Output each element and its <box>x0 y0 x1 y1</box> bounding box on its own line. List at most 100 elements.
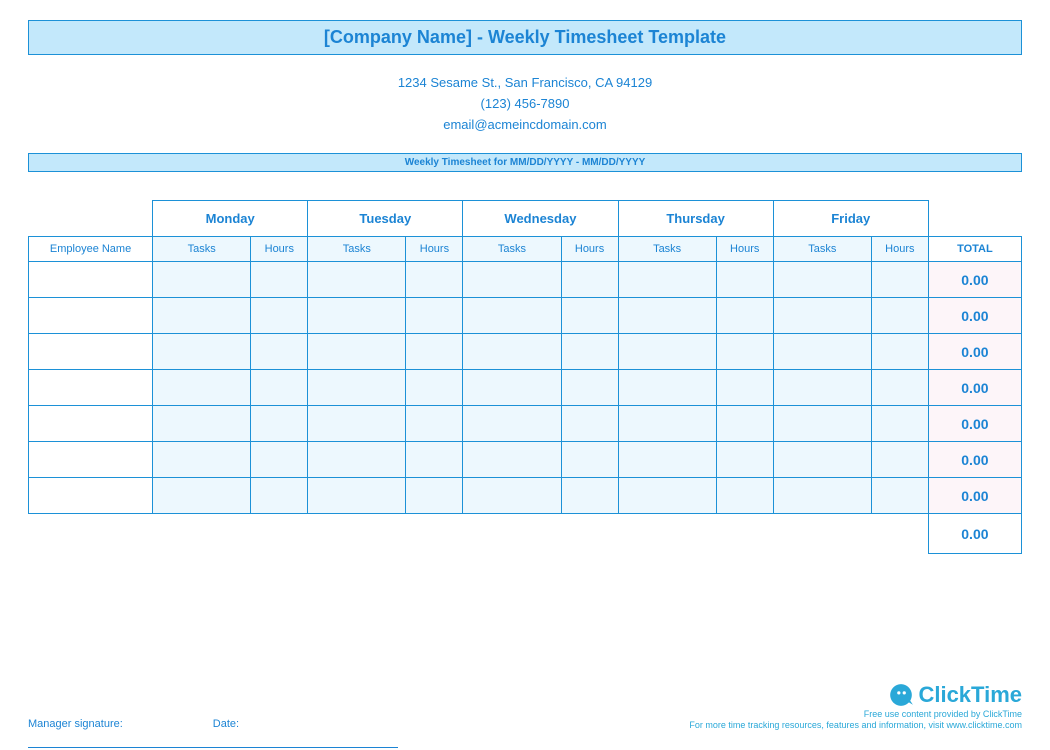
employee-cell[interactable] <box>29 478 153 514</box>
signature-label: Manager signature: <box>28 718 123 730</box>
hours-cell[interactable] <box>561 262 618 298</box>
col-hours: Hours <box>561 237 618 262</box>
tasks-cell[interactable] <box>308 298 406 334</box>
tasks-cell[interactable] <box>308 262 406 298</box>
tasks-cell[interactable] <box>463 406 561 442</box>
row-total: 0.00 <box>928 298 1021 334</box>
tasks-cell[interactable] <box>618 334 716 370</box>
hours-cell[interactable] <box>251 370 308 406</box>
hours-cell[interactable] <box>251 298 308 334</box>
hours-cell[interactable] <box>406 298 463 334</box>
tasks-cell[interactable] <box>463 262 561 298</box>
tasks-cell[interactable] <box>153 298 251 334</box>
hours-cell[interactable] <box>251 478 308 514</box>
tasks-cell[interactable] <box>153 262 251 298</box>
hours-cell[interactable] <box>871 406 928 442</box>
tasks-cell[interactable] <box>153 442 251 478</box>
hours-cell[interactable] <box>561 334 618 370</box>
hours-cell[interactable] <box>871 370 928 406</box>
row-total: 0.00 <box>928 406 1021 442</box>
employee-cell[interactable] <box>29 406 153 442</box>
hours-cell[interactable] <box>406 334 463 370</box>
hours-cell[interactable] <box>561 370 618 406</box>
tasks-cell[interactable] <box>308 334 406 370</box>
employee-cell[interactable] <box>29 370 153 406</box>
hours-cell[interactable] <box>871 262 928 298</box>
hours-cell[interactable] <box>406 406 463 442</box>
tasks-cell[interactable] <box>773 262 871 298</box>
tasks-cell[interactable] <box>308 406 406 442</box>
hours-cell[interactable] <box>716 478 773 514</box>
hours-cell[interactable] <box>251 406 308 442</box>
employee-cell[interactable] <box>29 334 153 370</box>
hours-cell[interactable] <box>871 478 928 514</box>
brand-tagline-1: Free use content provided by ClickTime <box>689 709 1022 719</box>
tasks-cell[interactable] <box>308 478 406 514</box>
row-total: 0.00 <box>928 334 1021 370</box>
tasks-cell[interactable] <box>618 442 716 478</box>
hours-cell[interactable] <box>406 262 463 298</box>
tasks-cell[interactable] <box>618 262 716 298</box>
tasks-cell[interactable] <box>618 478 716 514</box>
tasks-cell[interactable] <box>153 478 251 514</box>
hours-cell[interactable] <box>871 334 928 370</box>
tasks-cell[interactable] <box>153 334 251 370</box>
brand-block: ClickTime Free use content provided by C… <box>689 682 1022 730</box>
col-hours: Hours <box>871 237 928 262</box>
tasks-cell[interactable] <box>618 370 716 406</box>
tasks-cell[interactable] <box>463 298 561 334</box>
hours-cell[interactable] <box>561 406 618 442</box>
employee-cell[interactable] <box>29 442 153 478</box>
tasks-cell[interactable] <box>463 442 561 478</box>
col-tasks: Tasks <box>773 237 871 262</box>
row-total: 0.00 <box>928 442 1021 478</box>
tasks-cell[interactable] <box>618 406 716 442</box>
company-email: email@acmeincdomain.com <box>28 115 1022 136</box>
hours-cell[interactable] <box>716 334 773 370</box>
hours-cell[interactable] <box>716 298 773 334</box>
hours-cell[interactable] <box>716 370 773 406</box>
tasks-cell[interactable] <box>463 478 561 514</box>
grand-total: 0.00 <box>928 514 1021 554</box>
hours-cell[interactable] <box>406 478 463 514</box>
table-row: 0.00 <box>29 478 1022 514</box>
hours-cell[interactable] <box>251 334 308 370</box>
day-header-friday: Friday <box>773 201 928 237</box>
tasks-cell[interactable] <box>618 298 716 334</box>
hours-cell[interactable] <box>561 298 618 334</box>
tasks-cell[interactable] <box>773 442 871 478</box>
employee-cell[interactable] <box>29 298 153 334</box>
brand-name: ClickTime <box>918 682 1022 708</box>
tasks-cell[interactable] <box>153 370 251 406</box>
tasks-cell[interactable] <box>773 406 871 442</box>
hours-cell[interactable] <box>716 406 773 442</box>
col-tasks: Tasks <box>308 237 406 262</box>
timesheet-table: Monday Tuesday Wednesday Thursday Friday… <box>28 200 1022 554</box>
employee-cell[interactable] <box>29 262 153 298</box>
hours-cell[interactable] <box>251 262 308 298</box>
table-row: 0.00 <box>29 334 1022 370</box>
hours-cell[interactable] <box>561 478 618 514</box>
col-hours: Hours <box>406 237 463 262</box>
hours-cell[interactable] <box>406 442 463 478</box>
timesheet-body: 0.00 0.00 0.00 0.00 <box>29 262 1022 554</box>
tasks-cell[interactable] <box>773 370 871 406</box>
tasks-cell[interactable] <box>773 334 871 370</box>
hours-cell[interactable] <box>871 442 928 478</box>
hours-cell[interactable] <box>561 442 618 478</box>
tasks-cell[interactable] <box>308 370 406 406</box>
day-header-tuesday: Tuesday <box>308 201 463 237</box>
hours-cell[interactable] <box>716 442 773 478</box>
tasks-cell[interactable] <box>308 442 406 478</box>
grand-total-row: 0.00 <box>29 514 1022 554</box>
tasks-cell[interactable] <box>153 406 251 442</box>
tasks-cell[interactable] <box>773 478 871 514</box>
tasks-cell[interactable] <box>463 370 561 406</box>
hours-cell[interactable] <box>871 298 928 334</box>
hours-cell[interactable] <box>716 262 773 298</box>
tasks-cell[interactable] <box>773 298 871 334</box>
col-hours: Hours <box>716 237 773 262</box>
tasks-cell[interactable] <box>463 334 561 370</box>
hours-cell[interactable] <box>406 370 463 406</box>
hours-cell[interactable] <box>251 442 308 478</box>
